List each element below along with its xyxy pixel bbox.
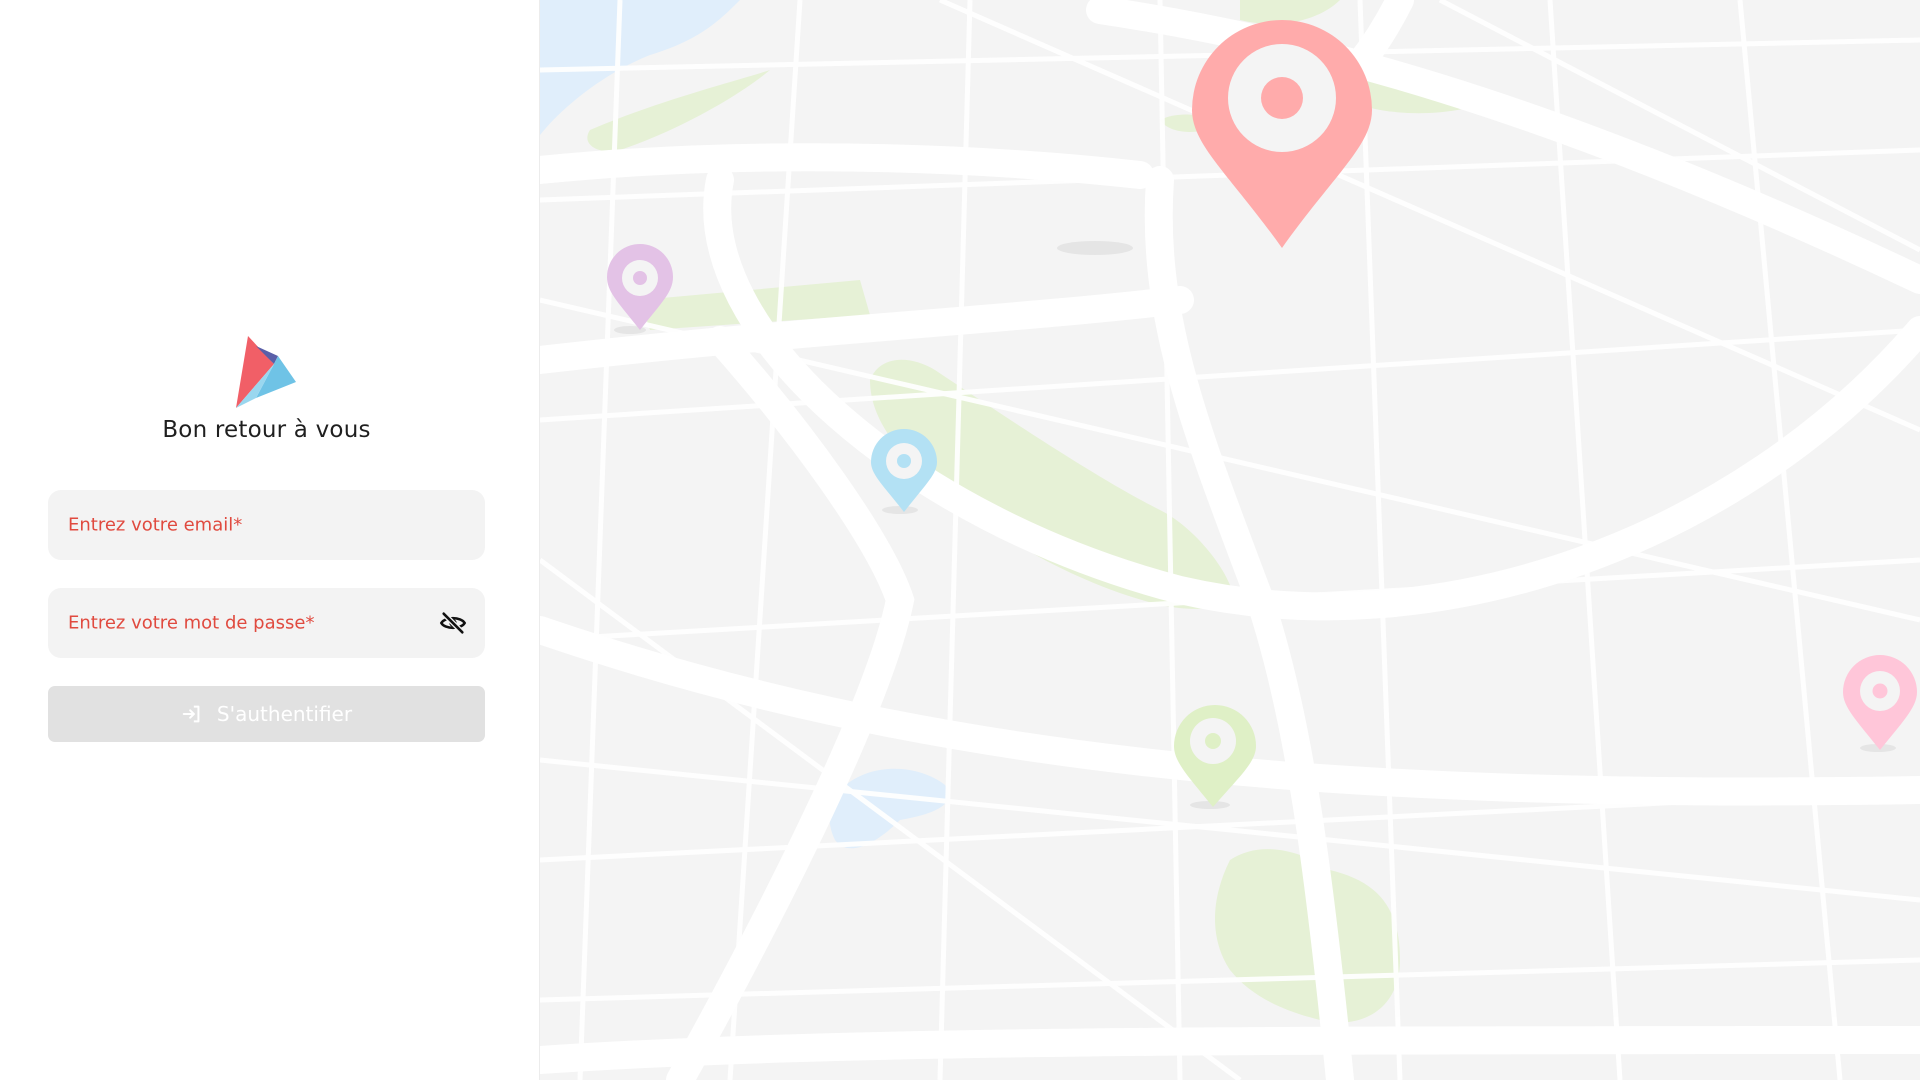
welcome-title: Bon retour à vous: [162, 417, 371, 443]
eye-off-icon[interactable]: [437, 607, 469, 639]
map-illustration: [540, 0, 1920, 1080]
password-field[interactable]: Entrez votre mot de passe*: [48, 588, 485, 658]
authenticate-button[interactable]: S'authentifier: [48, 686, 485, 742]
password-input[interactable]: [48, 588, 485, 658]
map-canvas: [540, 0, 1920, 1080]
login-page: Bon retour à vous Entrez votre email* En…: [0, 0, 1920, 1080]
authenticate-label: S'authentifier: [216, 702, 353, 726]
email-input[interactable]: [48, 490, 485, 560]
login-icon: [181, 703, 203, 725]
email-field[interactable]: Entrez votre email*: [48, 490, 485, 560]
app-logo: [236, 336, 296, 408]
login-panel: Bon retour à vous Entrez votre email* En…: [0, 0, 540, 1080]
